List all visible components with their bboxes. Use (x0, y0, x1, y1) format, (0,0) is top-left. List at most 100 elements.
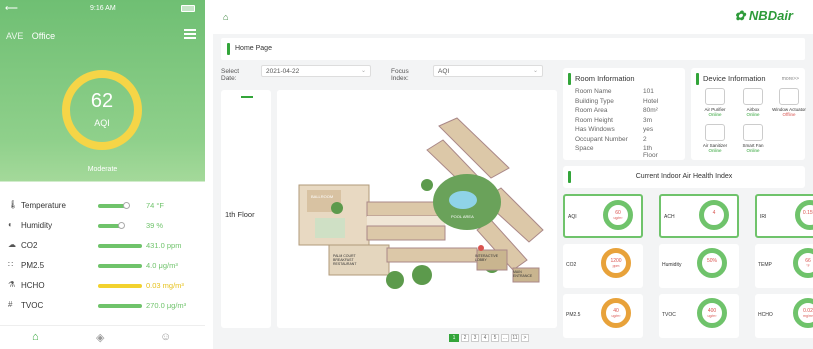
humidity-icon: ◐ (8, 220, 13, 229)
health-index-title: Current Indoor Air Health Index (635, 173, 733, 180)
app-header: AVE Office (6, 26, 196, 46)
cube-icon[interactable]: ◈ (96, 331, 104, 344)
health-index-name: TVOC (662, 312, 676, 318)
floor-list: 1th Floor (221, 90, 271, 328)
health-index-name: TEMP (758, 262, 772, 268)
health-index-tile[interactable]: PM2.5 40 ug/m³ (563, 294, 643, 338)
back-arrow-icon[interactable]: ⟵ (5, 3, 18, 14)
health-index-tile[interactable]: Humidity 50% (659, 244, 739, 288)
menu-icon[interactable] (184, 29, 196, 41)
map-label-pool: POOL AREA (451, 214, 474, 219)
metric-bar (98, 244, 142, 248)
metric-name: Humidity (21, 221, 53, 230)
room-info-key: Room Height (575, 116, 613, 124)
smile-icon[interactable]: ☺ (160, 331, 171, 343)
health-index-name: Humidity (662, 262, 682, 268)
device-label: Window Actuator Offline (772, 107, 806, 117)
health-index-value: 400 ug/m³ (707, 308, 717, 319)
hcho-icon: ⚗ (8, 280, 16, 289)
card-marker (568, 73, 571, 85)
device-icon[interactable] (743, 88, 763, 105)
map-label-entrance: MAIN ENTRANCE (513, 270, 533, 278)
map-label-lobby: INTERACTIVE LOBBY (475, 254, 499, 262)
more-link[interactable]: more>> (782, 76, 799, 82)
card-marker (696, 73, 699, 85)
page-button[interactable]: 2 (461, 334, 469, 342)
health-index-value: 40 ug/m³ (611, 308, 621, 319)
metric-row[interactable]: 🌡 Temperature 74 °F (8, 196, 198, 216)
pagination: 1 2 3 4 5... 11 > (449, 334, 531, 342)
metric-name: Temperature (21, 201, 66, 210)
page-button[interactable]: 5 (491, 334, 499, 342)
page-button[interactable]: > (521, 334, 529, 342)
room-info-row: Space 1th Floor (575, 145, 658, 159)
home-icon[interactable]: ⌂ (223, 12, 228, 22)
metric-bar-knob (118, 222, 126, 229)
metric-row[interactable]: # TVOC 270.0 μg/m³ (8, 296, 198, 316)
device-icon[interactable] (743, 124, 763, 141)
device-label: Smart Fan Online (736, 143, 770, 153)
health-index-tile[interactable]: HCHO 0.02 mg/m³ (755, 294, 813, 338)
web-dashboard: ⌂ ✿ NBDair Home Page Select Date: 2021-0… (213, 0, 813, 349)
mobile-app-panel: ⟵ 9:16 AM AVE Office 62 AQI Moderate 🌡 Te… (0, 0, 205, 349)
health-index-tile[interactable]: TEMP 66 °F (755, 244, 813, 288)
health-index-value: 0.02 mg/m³ (803, 308, 813, 319)
device-info-title: Device Information (703, 74, 766, 83)
device-icon[interactable] (779, 88, 799, 105)
breadcrumb: Home Page (221, 38, 805, 60)
brand-name: AVE (6, 31, 24, 41)
metric-value: 74 °F (146, 201, 165, 210)
health-index-ring: 400 ug/m³ (697, 298, 727, 328)
health-index-tile[interactable]: IRI 0.15% (755, 194, 813, 238)
room-name: Office (31, 31, 56, 41)
page-button[interactable]: ... (501, 334, 509, 342)
breadcrumb-home[interactable]: Home Page (235, 45, 272, 52)
floor-item[interactable]: 1th Floor (225, 210, 255, 219)
home-icon[interactable]: ⌂ (32, 331, 39, 343)
metric-row[interactable]: ∷ PM2.5 4.0 μg/m³ (8, 256, 198, 276)
floor-plan-image (277, 90, 557, 328)
room-info-key: Room Area (575, 107, 608, 114)
metric-row[interactable]: ◐ Humidity 39 % (8, 216, 198, 236)
date-select[interactable]: 2021-04-22 ⌄ (261, 65, 371, 77)
floor-active-marker (241, 96, 253, 98)
device-status: Online (708, 112, 722, 117)
health-index-tile[interactable]: TVOC 400 ug/m³ (659, 294, 739, 338)
chevron-down-icon: ⌄ (360, 68, 366, 74)
page-button[interactable]: 1 (449, 334, 459, 342)
metric-row[interactable]: ⚗ HCHO 0.03 mg/m³ (8, 276, 198, 296)
page-button[interactable]: 11 (511, 334, 519, 342)
health-index-value: 1200 ppm (610, 258, 622, 269)
focus-index-select[interactable]: AQI ⌄ (433, 65, 543, 77)
health-index-ring: 40 ug/m³ (601, 298, 631, 328)
device-icon[interactable] (705, 88, 725, 105)
health-index-name: ACH (664, 214, 675, 220)
health-index-value: 4 (712, 210, 716, 216)
chevron-down-icon: ⌄ (532, 68, 538, 74)
health-index-ring: 1200 ppm (601, 248, 631, 278)
tvoc-icon: # (8, 300, 13, 309)
floor-map[interactable]: BALLROOM POOL AREA PALM COURT BREAKFAST … (277, 90, 557, 328)
room-info-key: Room Name (575, 88, 612, 95)
metric-name: PM2.5 (21, 261, 45, 270)
logo-text: NBDair (748, 8, 793, 23)
metric-value: 270.0 μg/m³ (146, 301, 187, 310)
room-info-row: Room Area 80m² (575, 107, 658, 114)
health-index-tile[interactable]: ACH 4 (659, 194, 739, 238)
health-index-tile[interactable]: CO2 1200 ppm (563, 244, 643, 288)
device-icon[interactable] (705, 124, 725, 141)
health-index-header: Current Indoor Air Health Index (563, 166, 805, 188)
logo-leaf-icon: ✿ (734, 8, 746, 23)
health-index-tile[interactable]: AQI 60 ug/m³ (563, 194, 643, 238)
health-index-value: 66 °F (805, 258, 811, 269)
page-button[interactable]: 4 (481, 334, 489, 342)
health-index-ring: 66 °F (793, 248, 813, 278)
health-index-ring: 0.15% (795, 200, 813, 230)
metric-row[interactable]: ☁ CO2 431.0 ppm (8, 236, 198, 256)
room-info-row: Occupant Number 2 (575, 136, 647, 143)
aqi-gauge: 62 AQI (62, 70, 142, 150)
top-bar: ⌂ ✿ NBDair (213, 0, 813, 34)
page-button[interactable]: 3 (471, 334, 479, 342)
room-info-row: Room Height 3m (575, 116, 652, 124)
health-index-name: AQI (568, 214, 577, 220)
